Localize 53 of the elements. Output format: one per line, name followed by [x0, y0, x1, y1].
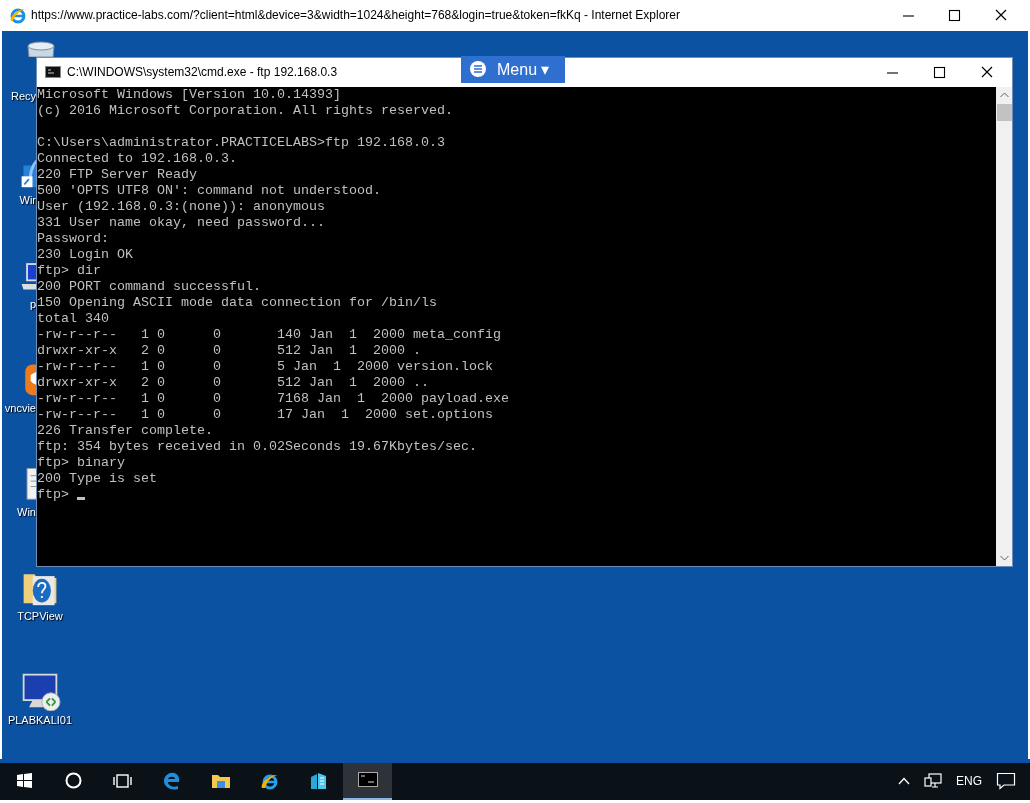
- console-line: ftp> binary: [37, 454, 126, 471]
- cursor-icon: [77, 496, 85, 500]
- browser-logo-icon: [9, 6, 27, 25]
- window-title: https://www.practice-labs.com/?client=html&device=3&width=1024&height=768&login=true&token=fkKq - Internet Explorer: [31, 8, 682, 23]
- language-indicator[interactable]: ENG: [956, 774, 982, 789]
- icon-label[interactable]: Recy: [2, 88, 36, 103]
- console-line: Password:: [37, 230, 110, 247]
- icon-label[interactable]: Win: [2, 504, 36, 519]
- console-line: -rw-r--r-- 1 0 0 140 Jan 1 2000 meta_config: [37, 326, 502, 343]
- maximize-icon[interactable]: [933, 65, 946, 79]
- console-line: -rw-r--r-- 1 0 0 7168 Jan 1 2000 payload.exe: [37, 390, 510, 407]
- close-icon[interactable]: [980, 65, 994, 80]
- console-line: -rw-r--r-- 1 0 0 17 Jan 1 2000 set.options: [37, 406, 494, 423]
- network-icon[interactable]: [924, 773, 942, 790]
- icon-label[interactable]: vncvie: [2, 400, 36, 415]
- console-line: User (192.168.0.3:(none)): anonymous: [37, 198, 326, 215]
- icon-label[interactable]: Wir: [2, 192, 36, 207]
- console-line: Microsoft Windows [Version 10.0.14393]: [37, 86, 342, 103]
- console-line: 331 User name okay, need password...: [37, 214, 326, 231]
- console-line: (c) 2016 Microsoft Corporation. All rights reserved.: [37, 102, 454, 119]
- console-line: 500 'OPTS UTF8 ON': command not understood.: [37, 182, 382, 199]
- console-line: 226 Transfer complete.: [37, 422, 214, 439]
- icon-label[interactable]: PLABKALI01: [7, 712, 73, 727]
- icon-label[interactable]: p: [2, 296, 36, 311]
- console-line: drwxr-xr-x 2 0 0 512 Jan 1 2000 .: [37, 342, 422, 359]
- buildings-icon: [308, 771, 329, 792]
- search-icon: [63, 771, 84, 792]
- menu-icon: [469, 60, 487, 79]
- console-line: 150 Opening ASCII mode data connection for /bin/ls: [37, 294, 438, 311]
- notification-icon[interactable]: [996, 772, 1016, 791]
- scrollbar-thumb[interactable]: [996, 103, 1012, 121]
- browser-icon: [161, 771, 182, 792]
- console-line: -rw-r--r-- 1 0 0 5 Jan 1 2000 version.lock: [37, 358, 494, 375]
- console-line: 220 FTP Server Ready: [37, 166, 198, 183]
- console-line: total 340: [37, 310, 110, 327]
- console-prompt: ftp>: [37, 486, 70, 503]
- menu-button[interactable]: Menu ▾: [461, 55, 565, 83]
- chevron-up-icon[interactable]: [898, 777, 910, 786]
- taskbar-button[interactable]: [343, 762, 392, 800]
- maximize-icon[interactable]: [948, 8, 961, 22]
- console-icon: [45, 66, 61, 79]
- icon-label[interactable]: TCPView: [17, 608, 63, 623]
- console-line: Connected to 192.168.0.3.: [37, 150, 238, 167]
- window-title: C:\WINDOWS\system32\cmd.exe - ftp 192.168.0.3: [67, 65, 338, 80]
- console-line: ftp: 354 bytes received in 0.02Seconds 19.67Kbytes/sec.: [37, 438, 478, 455]
- console-line: 230 Login OK: [37, 246, 134, 263]
- console-line: ftp> dir: [37, 262, 102, 279]
- close-icon[interactable]: [994, 8, 1008, 23]
- scrollbar[interactable]: [996, 86, 1012, 566]
- console-line: 200 Type is set: [37, 470, 158, 487]
- console-line: drwxr-xr-x 2 0 0 512 Jan 1 2000 ..: [37, 374, 430, 391]
- console-line: C:\Users\administrator.PRACTICELABS>ftp 192.168.0.3: [37, 134, 446, 151]
- console-line: 200 PORT command successful.: [37, 278, 262, 295]
